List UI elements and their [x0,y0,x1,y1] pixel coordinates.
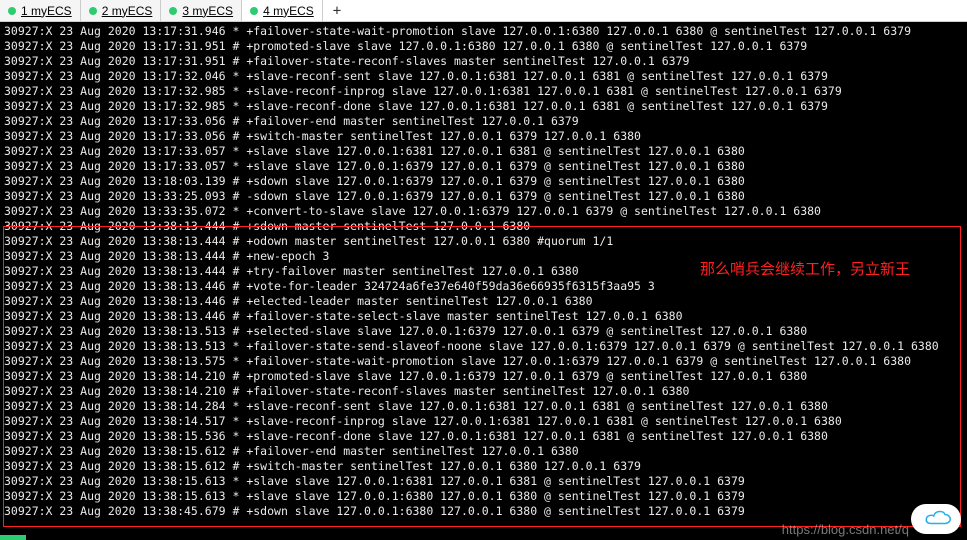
tab-label: 1 myECS [21,4,72,18]
tab-label: 2 myECS [102,4,153,18]
log-line: 30927:X 23 Aug 2020 13:17:32.046 * +slav… [4,69,963,84]
log-line: 30927:X 23 Aug 2020 13:17:32.985 * +slav… [4,84,963,99]
tab-label: 4 myECS [263,4,314,18]
add-tab-button[interactable]: + [323,0,351,21]
log-line: 30927:X 23 Aug 2020 13:17:32.985 * +slav… [4,99,963,114]
log-line: 30927:X 23 Aug 2020 13:17:33.056 # +swit… [4,129,963,144]
log-line: 30927:X 23 Aug 2020 13:17:31.951 # +fail… [4,54,963,69]
status-dot-icon [169,7,177,15]
status-dot-icon [89,7,97,15]
log-line: 30927:X 23 Aug 2020 13:17:33.057 * +slav… [4,159,963,174]
tab-label: 3 myECS [182,4,233,18]
tab-bar: 1 myECS 2 myECS 3 myECS 4 myECS + [0,0,967,22]
log-line: 30927:X 23 Aug 2020 13:17:31.946 * +fail… [4,24,963,39]
annotation-text: 那么哨兵会继续工作，另立新王 [700,258,910,279]
status-dot-icon [250,7,258,15]
tab-2[interactable]: 2 myECS [81,0,162,21]
log-line: 30927:X 23 Aug 2020 13:17:33.057 * +slav… [4,144,963,159]
log-line: 30927:X 23 Aug 2020 13:17:33.056 # +fail… [4,114,963,129]
watermark: https://blog.csdn.net/q [782,522,909,537]
log-line: 30927:X 23 Aug 2020 13:17:31.951 # +prom… [4,39,963,54]
log-line: 30927:X 23 Aug 2020 13:18:03.139 # +sdow… [4,174,963,189]
status-dot-icon [8,7,16,15]
log-line: 30927:X 23 Aug 2020 13:33:35.072 * +conv… [4,204,963,219]
tab-3[interactable]: 3 myECS [161,0,242,21]
progress-indicator [0,535,26,540]
log-line: 30927:X 23 Aug 2020 13:33:25.093 # -sdow… [4,189,963,204]
tab-1[interactable]: 1 myECS [0,0,81,21]
tab-4[interactable]: 4 myECS [242,0,323,21]
cloud-icon [918,509,954,529]
logo-badge [911,504,961,534]
